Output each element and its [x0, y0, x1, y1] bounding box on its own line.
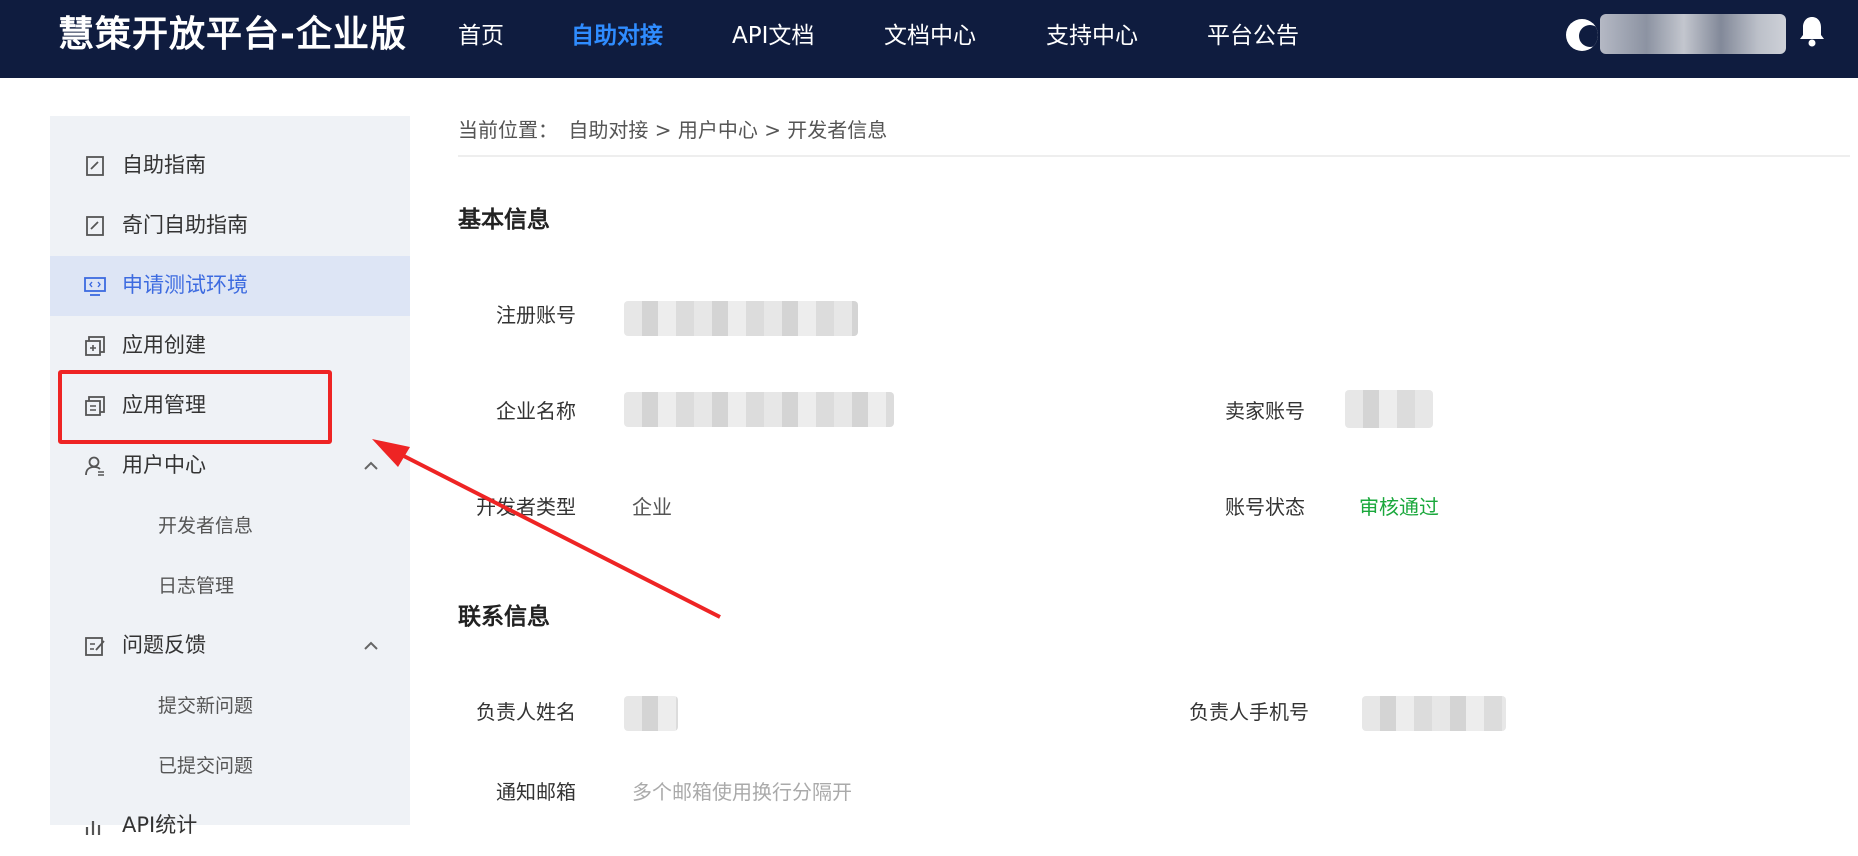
guide-icon — [86, 156, 104, 176]
brand-title: 慧策开放平台-企业版 — [58, 14, 407, 55]
nav-self-integration[interactable]: 自助对接 — [571, 20, 663, 52]
developer-type-value: 企业 — [632, 495, 672, 519]
sidebar-item-feedback[interactable]: 问题反馈 — [50, 616, 410, 676]
email-label: 通知邮箱 — [496, 780, 576, 804]
account-status-label: 账号状态 — [1225, 495, 1305, 519]
sidebar-item-label: 自助指南 — [122, 153, 206, 177]
nav-support-center[interactable]: 支持中心 — [1046, 20, 1138, 52]
section-title-contact-info: 联系信息 — [458, 604, 550, 630]
breadcrumb: 当前位置： 自助对接 > 用户中心 > 开发者信息 — [458, 116, 891, 144]
seller-account-label: 卖家账号 — [1225, 399, 1305, 423]
sidebar-item-label: 应用创建 — [122, 333, 206, 357]
sidebar-subitem-submitted-issues[interactable]: 已提交问题 — [50, 736, 410, 796]
account-status-value: 审核通过 — [1359, 495, 1439, 519]
chevron-up-icon[interactable] — [363, 638, 379, 654]
feedback-icon — [85, 637, 105, 656]
bell-icon[interactable] — [1797, 14, 1827, 48]
sidebar-subitem-label: 提交新问题 — [158, 695, 254, 717]
annotation-highlight-box — [58, 370, 332, 444]
divider — [458, 155, 1850, 157]
sidebar-item-label: 申请测试环境 — [122, 273, 248, 297]
user-icon — [85, 456, 104, 476]
person-name-label: 负责人姓名 — [476, 700, 576, 724]
sidebar-item-api-stats[interactable]: API统计 — [50, 796, 410, 856]
person-name-value-redacted — [624, 696, 678, 731]
sidebar-item-user-center[interactable]: 用户中心 — [50, 436, 410, 496]
sidebar-item-label: 用户中心 — [122, 453, 206, 477]
breadcrumb-prefix: 当前位置： — [458, 118, 558, 142]
sidebar-subitem-log-manage[interactable]: 日志管理 — [50, 556, 410, 616]
email-input[interactable]: 多个邮箱使用换行分隔开 — [632, 778, 852, 806]
chevron-up-icon[interactable] — [363, 458, 379, 474]
section-title-basic-info: 基本信息 — [458, 207, 550, 233]
sidebar-subitem-label: 开发者信息 — [158, 515, 254, 537]
nav-api-docs[interactable]: API文档 — [732, 20, 814, 52]
sidebar-item-qimen-guide[interactable]: 奇门自助指南 — [50, 196, 410, 256]
top-navigation-bar: 慧策开放平台-企业版 首页 自助对接 API文档 文档中心 支持中心 平台公告 — [0, 0, 1858, 78]
sidebar-subitem-label: 日志管理 — [158, 575, 235, 597]
sidebar-item-label: 问题反馈 — [122, 633, 206, 657]
person-phone-label: 负责人手机号 — [1189, 700, 1309, 724]
company-name-value-redacted — [624, 392, 894, 427]
company-name-label: 企业名称 — [496, 399, 576, 423]
breadcrumb-path: 自助对接 > 用户中心 > 开发者信息 — [568, 118, 888, 142]
sidebar: 自助指南 奇门自助指南 申请测试环境 应用创建 应用管理 用户中心 开发者信息 … — [50, 116, 410, 837]
person-phone-value-redacted — [1362, 696, 1506, 731]
sidebar-item-test-env[interactable]: 申请测试环境 — [50, 256, 410, 316]
chart-icon — [85, 821, 101, 835]
guide-icon — [86, 216, 104, 236]
sidebar-subitem-submit-issue[interactable]: 提交新问题 — [50, 676, 410, 736]
sidebar-item-guide[interactable]: 自助指南 — [50, 136, 410, 196]
sidebar-subitem-developer-info[interactable]: 开发者信息 — [50, 496, 410, 556]
seller-account-value-redacted — [1345, 390, 1433, 428]
add-app-icon — [85, 336, 105, 356]
sidebar-item-label: 奇门自助指南 — [122, 213, 248, 237]
register-account-label: 注册账号 — [496, 303, 576, 327]
sidebar-item-app-create[interactable]: 应用创建 — [50, 316, 410, 376]
nav-home[interactable]: 首页 — [458, 20, 504, 52]
monitor-code-icon — [84, 277, 106, 296]
sidebar-subitem-label: 已提交问题 — [158, 755, 254, 777]
nav-platform-notice[interactable]: 平台公告 — [1207, 20, 1299, 52]
username-redacted[interactable] — [1600, 14, 1786, 54]
nav-doc-center[interactable]: 文档中心 — [884, 20, 976, 52]
sidebar-item-label: API统计 — [122, 813, 198, 837]
user-avatar[interactable] — [1566, 19, 1598, 51]
register-account-value-redacted — [624, 301, 858, 336]
developer-type-label: 开发者类型 — [476, 495, 576, 519]
